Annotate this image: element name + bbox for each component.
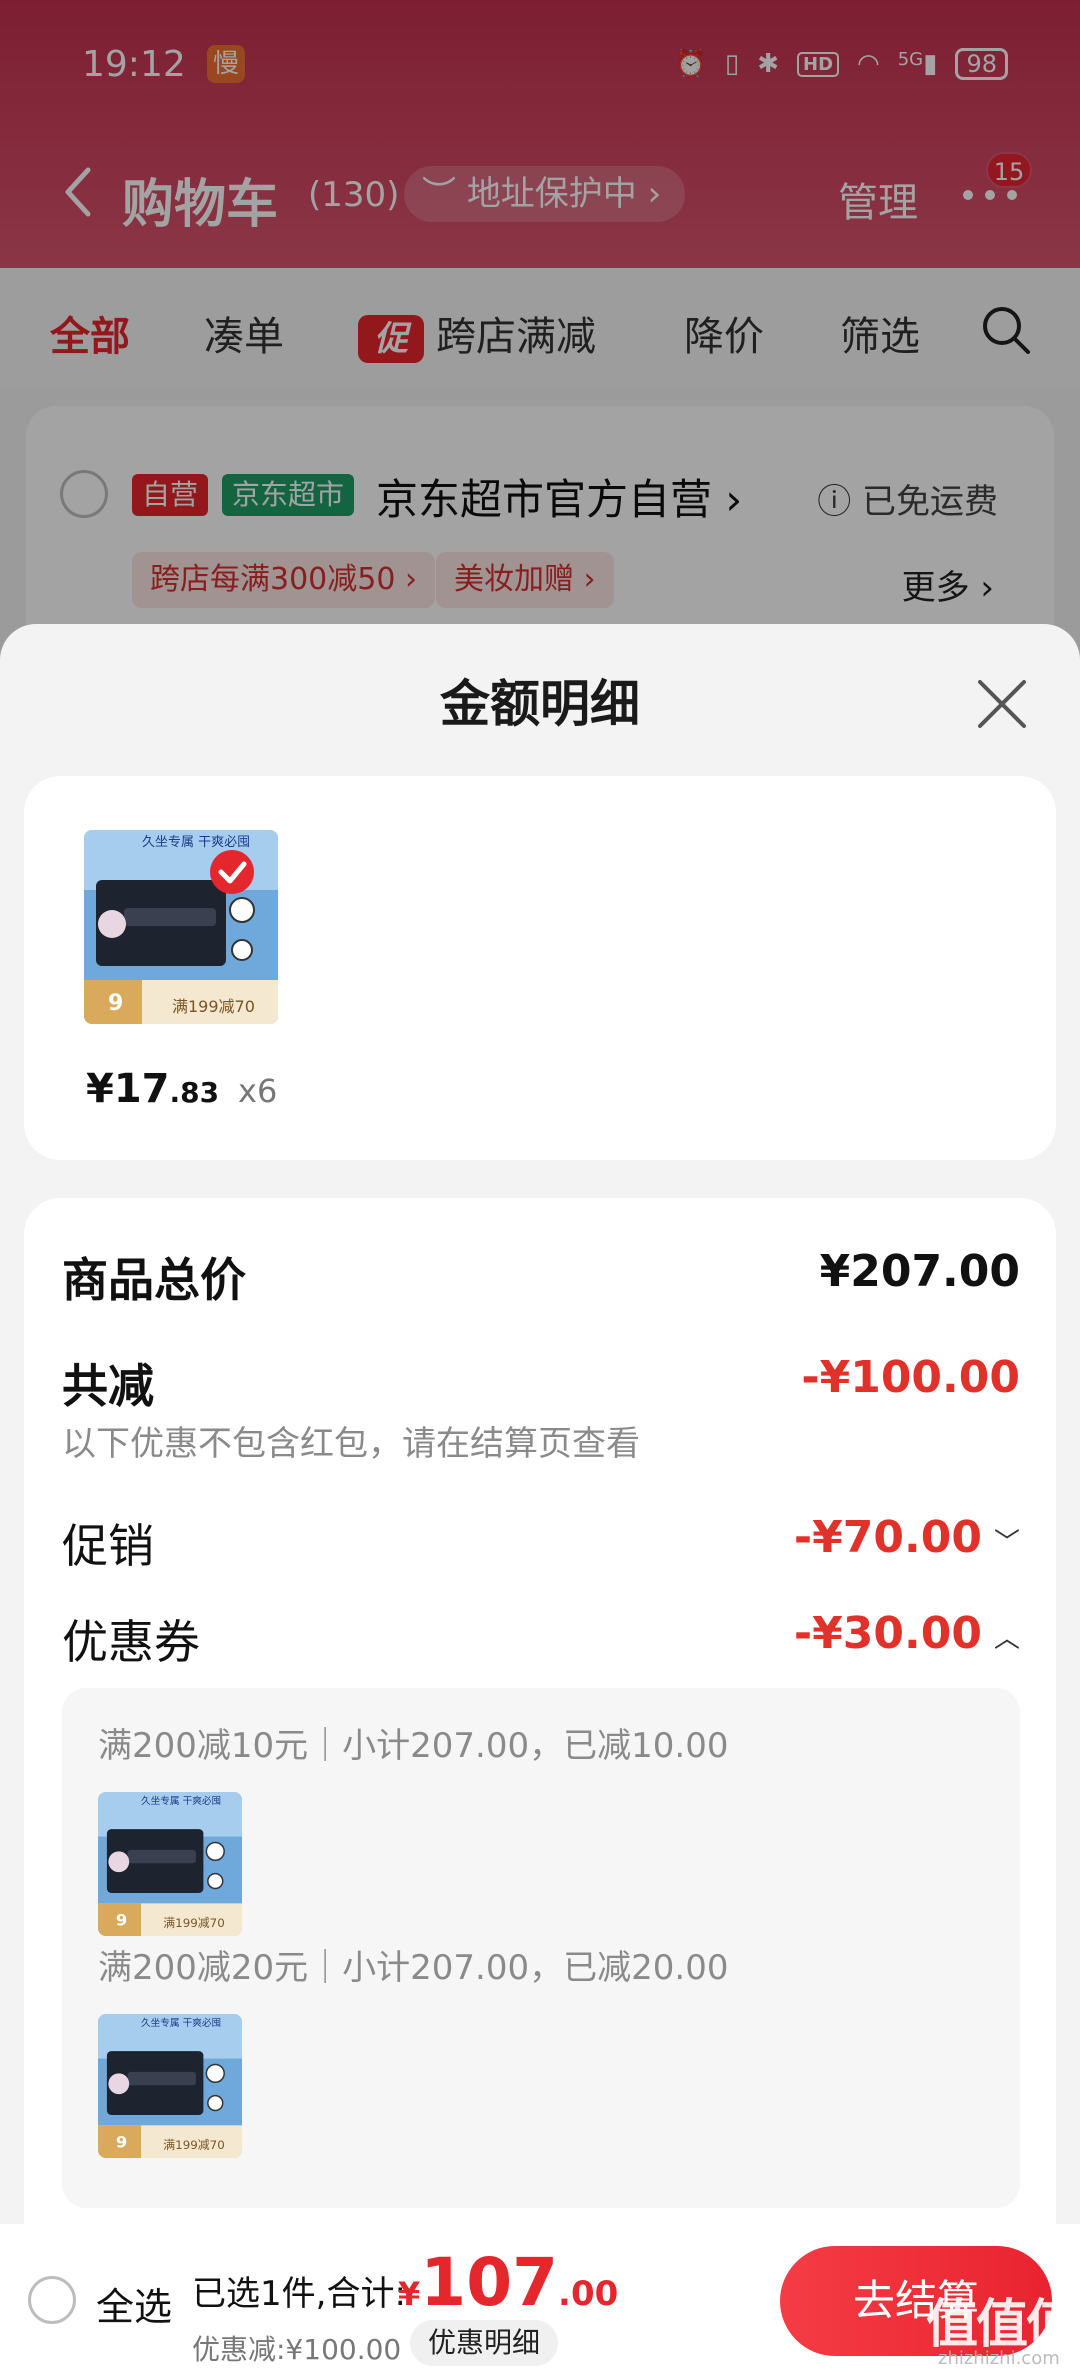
watermark-logo: 值值值 bbox=[926, 2295, 1078, 2355]
goods-total-value: ¥207.00 bbox=[819, 1246, 1020, 1297]
coupon-image-top-text: 久坐专属 干爽必囤 bbox=[141, 2017, 221, 2029]
promotion-row[interactable]: -¥70.00 ﹀ bbox=[794, 1512, 1020, 1563]
total-integer: 107 bbox=[420, 2244, 559, 2321]
total-discount-value: -¥100.00 bbox=[801, 1352, 1020, 1403]
select-all-radio[interactable] bbox=[28, 2276, 76, 2324]
total-discount-label: 共减 bbox=[62, 1359, 154, 1413]
coupon-value: -¥30.00 bbox=[793, 1608, 982, 1659]
coupon-line: 满200减10元｜小计207.00，已减10.00 bbox=[98, 1726, 729, 1766]
coupon-image-count: 9 bbox=[116, 1911, 127, 1930]
selected-summary: 已选1件,合计: bbox=[192, 2274, 406, 2314]
sheet-title: 金额明细 bbox=[440, 675, 640, 733]
item-unit-price: ¥17.83 bbox=[86, 1066, 219, 1112]
item-quantity: x6 bbox=[238, 1072, 278, 1110]
chevron-up-icon: ︿ bbox=[993, 1623, 1020, 1654]
items-card: 久坐专属 干爽必囤 9 满199减70 ¥17.83 x6 bbox=[24, 776, 1056, 1160]
discount-hint: 以下优惠不包含红包，请在结算页查看 bbox=[62, 1424, 640, 1464]
product-image-count: 9 bbox=[108, 991, 123, 1016]
item-price-decimal: .83 bbox=[169, 1076, 220, 1109]
coupon-image-count: 9 bbox=[116, 2133, 127, 2152]
amount-detail-sheet: 金额明细 久坐专属 干爽必囤 9 满199减70 ¥17.83 x6 商品总价 … bbox=[0, 624, 1080, 2298]
coupon-detail-box: 满200减10元｜小计207.00，已减10.00 久坐专属 干爽必囤 9 满1… bbox=[62, 1688, 1020, 2208]
discount-detail-button[interactable]: 优惠明细 bbox=[410, 2320, 559, 2366]
coupon-image-band-text: 满199减70 bbox=[163, 1916, 224, 1930]
checkout-bar: 全选 已选1件,合计: ¥107.00 优惠减:¥100.00 优惠明细 去结算 bbox=[0, 2224, 1080, 2376]
coupon-image-band-text: 满199减70 bbox=[163, 2138, 224, 2152]
select-all-label[interactable]: 全选 bbox=[96, 2276, 172, 2331]
coupon-row[interactable]: -¥30.00 ︿ bbox=[794, 1608, 1020, 1659]
item-price-integer: ¥17 bbox=[86, 1066, 170, 1112]
product-image-band-text: 满199减70 bbox=[172, 997, 255, 1016]
watermark-url: zhizhizhi.com bbox=[938, 2348, 1060, 2369]
product-image[interactable]: 久坐专属 干爽必囤 9 满199减70 bbox=[84, 830, 278, 1024]
close-icon[interactable] bbox=[974, 676, 1030, 732]
coupon-product-image: 久坐专属 干爽必囤 9 满199减70 bbox=[98, 1792, 242, 1936]
chevron-down-icon: ﹀ bbox=[993, 1527, 1020, 1558]
total-currency: ¥ bbox=[398, 2275, 421, 2313]
promotion-value: -¥70.00 bbox=[793, 1512, 982, 1563]
goods-total-label: 商品总价 bbox=[62, 1253, 246, 1307]
total-decimal: .00 bbox=[558, 2274, 619, 2314]
promotion-label: 促销 bbox=[62, 1519, 154, 1573]
coupon-line: 满200减20元｜小计207.00，已减20.00 bbox=[98, 1948, 729, 1988]
coupon-image-top-text: 久坐专属 干爽必囤 bbox=[141, 1795, 221, 1807]
price-breakdown-card: 商品总价 ¥207.00 共减 -¥100.00 以下优惠不包含红包，请在结算页… bbox=[24, 1198, 1056, 2298]
product-image-top-text: 久坐专属 干爽必囤 bbox=[142, 835, 250, 850]
total-price: ¥107.00 bbox=[398, 2244, 618, 2321]
coupon-product-image: 久坐专属 干爽必囤 9 满199减70 bbox=[98, 2014, 242, 2158]
coupon-label: 优惠券 bbox=[62, 1615, 200, 1669]
saving-text: 优惠减:¥100.00 bbox=[192, 2333, 402, 2366]
